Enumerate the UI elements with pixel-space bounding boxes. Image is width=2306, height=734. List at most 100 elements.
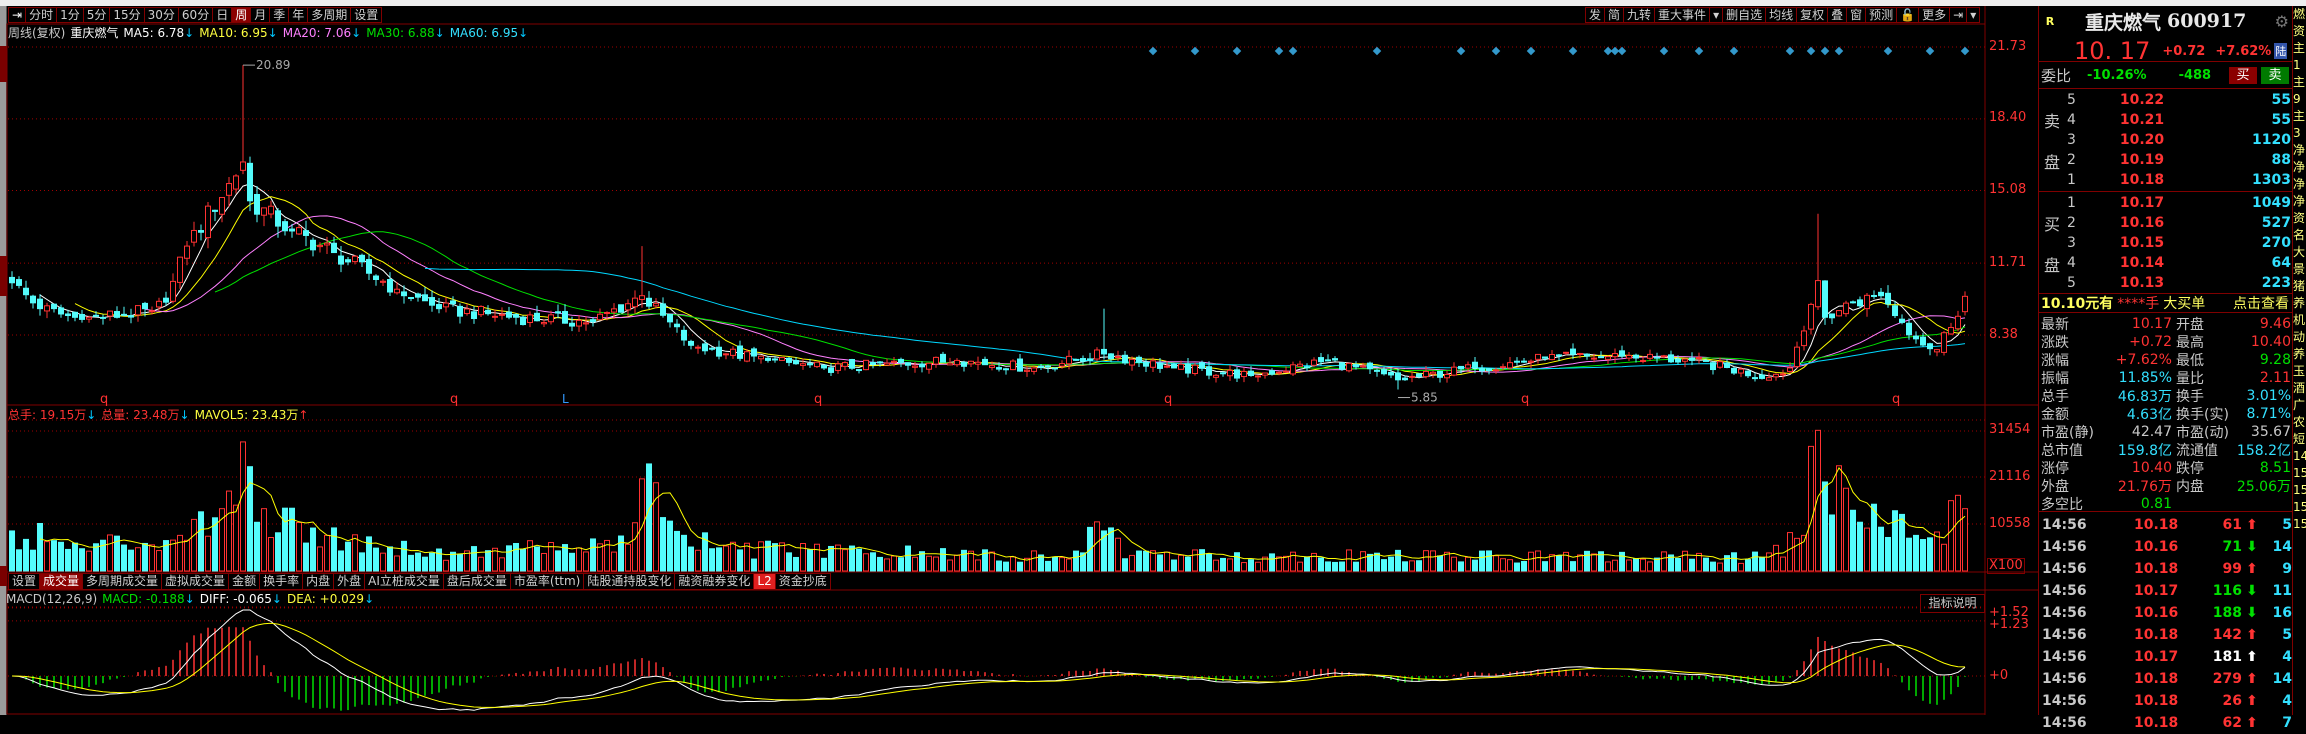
big-order-link[interactable]: 点击查看 [2233,293,2289,313]
strip-item[interactable]: 大 [2293,244,2306,261]
strip-item[interactable]: 名 [2293,227,2306,244]
candle [793,359,799,365]
strip-item[interactable]: 玉 [2293,363,2306,380]
strip-item[interactable]: 净 [2293,159,2306,176]
event-diamond-icon [1694,46,1704,56]
strip-item[interactable]: 燃 [2293,6,2306,23]
candle [1892,305,1898,317]
strip-item[interactable]: 机 [2293,312,2306,329]
volume-bar [660,517,666,572]
candle [1164,365,1170,368]
volume-bar [1549,554,1555,572]
big-order-banner[interactable]: 10.10元有 ****手 大买单 点击查看 [2039,294,2293,312]
volume-bar [653,482,659,572]
candle [583,322,589,325]
strip-item[interactable]: 景 [2293,261,2306,278]
tab-indicator[interactable]: 融资融券变化 [675,573,755,590]
arrow-up-icon: ⬆ [2246,517,2258,533]
volume-bar [177,534,183,572]
strip-item[interactable]: 养 [2293,346,2306,363]
strip-item[interactable]: 广 [2293,397,2306,414]
strip-item[interactable]: 15 [2293,465,2306,482]
volume-bar [492,547,498,572]
book-row[interactable]: 2 10.19 88 [2067,150,2291,170]
candle [191,229,197,243]
tab-indicator[interactable]: 成交量 [40,573,84,590]
strip-item[interactable]: 净 [2293,176,2306,193]
settings-gear-icon[interactable]: ⚙ [2275,12,2289,31]
strip-item[interactable]: 资 [2293,210,2306,227]
buy-button[interactable]: 买 [2229,66,2257,84]
event-diamond-icon [1274,46,1284,56]
strip-item[interactable]: 酒 [2293,380,2306,397]
book-row[interactable]: 3 10.20 1120 [2067,130,2291,150]
candle [275,210,281,227]
book-row[interactable]: 4 10.14 64 [2067,253,2291,273]
tab-indicator[interactable]: 盘后成交量 [443,573,511,590]
candle [324,242,330,246]
volume-bar [1052,556,1058,572]
volume-bar [352,534,358,572]
strip-item[interactable]: 3 [2293,125,2306,142]
tab-indicator[interactable]: 内盘 [303,573,335,590]
candle [1248,370,1254,377]
tab-indicator[interactable]: L2 [754,573,776,590]
stat-label: 最低 [2176,353,2204,369]
book-vol: 55 [2271,92,2291,108]
tab-indicator[interactable]: 虚拟成交量 [162,573,230,590]
strip-item[interactable]: 15 [2293,516,2306,533]
candle [1724,362,1730,369]
book-row[interactable]: 1 10.17 1049 [2067,193,2291,213]
kline-chart[interactable]: q q q q q q L 20.89 5.85 [0,0,2038,715]
volume-bar [1241,562,1247,572]
candle [1549,354,1555,361]
book-row[interactable]: 4 10.21 55 [2067,110,2291,130]
candle [625,303,631,311]
strip-item[interactable]: 猪 [2293,278,2306,295]
arrow-up-icon: ⬆ [2246,715,2258,731]
sell-button[interactable]: 卖 [2261,66,2289,84]
tab-indicator[interactable]: 换手率 [260,573,304,590]
candle [604,311,610,314]
tab-indicator[interactable]: 陆股通持股变化 [584,573,676,590]
strip-item[interactable]: 净 [2293,193,2306,210]
stat-value: 9.46 [2259,316,2291,332]
indicator-help-button[interactable]: 指标说明 [1920,594,1985,613]
tab-indicator[interactable]: 外盘 [334,573,366,590]
strip-item[interactable]: 14 [2293,448,2306,465]
strip-item[interactable]: 资 [2293,23,2306,40]
strip-item[interactable]: 1 [2293,57,2306,74]
volume-bar [128,549,134,572]
book-row[interactable]: 5 10.22 55 [2067,90,2291,110]
tab-indicator[interactable]: AI立桩成交量 [365,573,444,590]
tab-indicator[interactable]: 市盈率(ttm) [510,573,585,590]
strip-item[interactable]: 9 [2293,91,2306,108]
strip-item[interactable]: 农 [2293,414,2306,431]
strip-item[interactable]: 养 [2293,295,2306,312]
strip-item[interactable]: 15 [2293,482,2306,499]
tick-volume: 142 [2212,627,2242,643]
book-vol: 223 [2261,275,2291,291]
strip-item[interactable]: 净 [2293,142,2306,159]
candle [912,365,918,368]
tab-indicator[interactable]: 多周期成交量 [83,573,163,590]
book-row[interactable]: 1 10.18 1303 [2067,170,2291,190]
strip-item[interactable]: 主 [2293,74,2306,91]
candle [1675,358,1681,363]
strip-item[interactable]: 主 [2293,40,2306,57]
strip-item[interactable]: 15 [2293,499,2306,516]
book-row[interactable]: 3 10.15 270 [2067,233,2291,253]
candle [485,309,491,315]
book-row[interactable]: 2 10.16 527 [2067,213,2291,233]
candle [1647,353,1653,359]
book-row[interactable]: 5 10.13 223 [2067,273,2291,293]
tab-indicator[interactable]: 金额 [229,573,261,590]
strip-item[interactable]: 短 [2293,431,2306,448]
side-strip[interactable]: 燃资主 1 主 9 主 3 净净净净资名大景猪养机动养玉酒广农短 14 15 15 15 15 [2293,6,2306,715]
strip-item[interactable]: 主 [2293,108,2306,125]
strip-item[interactable]: 动 [2293,329,2306,346]
candle [667,313,673,323]
tab-indicator[interactable]: 资金抄底 [775,573,831,590]
candle [219,196,225,215]
tab-indicator[interactable]: 设置 [8,573,41,590]
